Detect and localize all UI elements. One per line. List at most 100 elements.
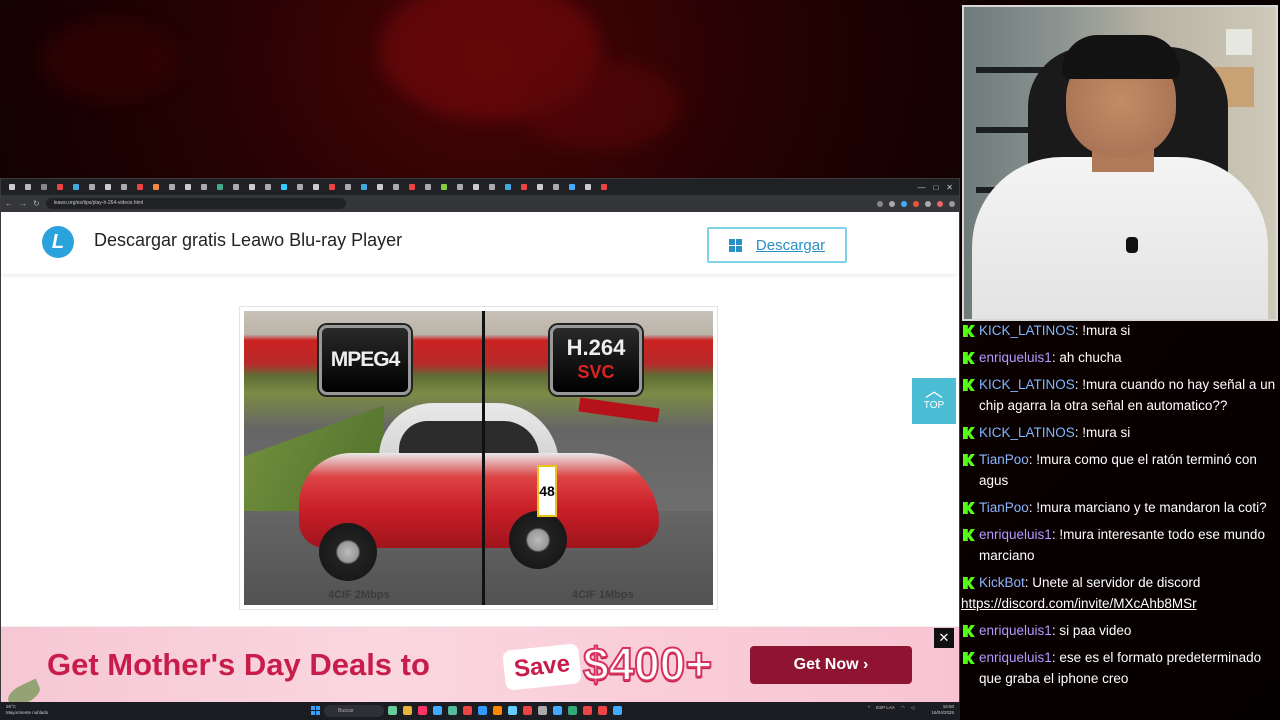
download-button[interactable]: Descargar (707, 227, 847, 263)
taskbar-app-icon[interactable] (418, 706, 427, 715)
chat-link[interactable]: https://discord.com/invite/MXcAhb8MSr (961, 593, 1280, 614)
chat-username[interactable]: TianPoo (979, 452, 1029, 467)
taskbar-app-icon[interactable] (598, 706, 607, 715)
browser-tab[interactable] (133, 182, 147, 192)
minimize-icon[interactable]: — (917, 183, 925, 192)
browser-tab[interactable] (373, 182, 387, 192)
browser-tab[interactable] (293, 182, 307, 192)
browser-tab[interactable] (85, 182, 99, 192)
browser-tab[interactable] (453, 182, 467, 192)
taskbar-app-icon[interactable] (538, 706, 547, 715)
browser-tab[interactable] (213, 182, 227, 192)
taskbar-app-icon[interactable] (433, 706, 442, 715)
menu-icon[interactable] (949, 200, 955, 207)
favicon-icon (73, 184, 79, 190)
browser-tab[interactable] (69, 182, 83, 192)
clock[interactable]: 16:50 16/04/2025 (928, 704, 954, 716)
profile-icon[interactable] (937, 200, 943, 207)
start-icon[interactable] (311, 706, 320, 715)
browser-tab[interactable] (485, 182, 499, 192)
browser-tab[interactable] (5, 182, 19, 192)
taskbar-search[interactable]: Buscar (324, 705, 384, 717)
browser-tab[interactable] (469, 182, 483, 192)
browser-tab[interactable] (149, 182, 163, 192)
wifi-icon[interactable]: ◠ (901, 705, 905, 711)
browser-tab[interactable] (21, 182, 35, 192)
browser-tab[interactable] (197, 182, 211, 192)
browser-tab[interactable] (437, 182, 451, 192)
browser-tab[interactable] (325, 182, 339, 192)
maximize-icon[interactable]: □ (933, 183, 938, 192)
star-icon[interactable] (889, 200, 895, 207)
volume-icon[interactable]: ◁ (911, 705, 914, 711)
taskbar-app-icon[interactable] (583, 706, 592, 715)
extension-icon[interactable] (913, 200, 919, 207)
taskbar-app-icon[interactable] (388, 706, 397, 715)
taskbar-app-icon[interactable] (448, 706, 457, 715)
browser-tab[interactable] (597, 182, 611, 192)
browser-tab[interactable] (517, 182, 531, 192)
taskbar-app-icon[interactable] (508, 706, 517, 715)
browser-tab[interactable] (341, 182, 355, 192)
browser-tab[interactable] (245, 182, 259, 192)
favicon-icon (409, 184, 415, 190)
browser-tab[interactable] (421, 182, 435, 192)
reload-icon[interactable]: ↻ (33, 199, 40, 208)
taskbar-app-icon[interactable] (463, 706, 472, 715)
browser-tab[interactable] (181, 182, 195, 192)
browser-tab[interactable] (501, 182, 515, 192)
browser-tab[interactable] (229, 182, 243, 192)
browser-tab[interactable] (165, 182, 179, 192)
browser-tab[interactable] (389, 182, 403, 192)
chevron-up-icon[interactable]: ^ (868, 705, 870, 711)
chat-username[interactable]: KICK_LATINOS (979, 323, 1075, 338)
windows-taskbar: 26°C Mayormente nublado Buscar ^ ESP LAA… (0, 702, 960, 720)
chat-message: KICK_LATINOS: !mura cuando no hay señal … (960, 374, 1280, 416)
browser-tab[interactable] (581, 182, 595, 192)
back-icon[interactable]: ← (5, 199, 13, 208)
taskbar-app-icon[interactable] (523, 706, 532, 715)
chat-username[interactable]: enriqueluis1 (979, 527, 1052, 542)
browser-tab[interactable] (533, 182, 547, 192)
browser-tab[interactable] (565, 182, 579, 192)
browser-tab[interactable] (309, 182, 323, 192)
taskbar-app-icon[interactable] (553, 706, 562, 715)
leawo-logo[interactable]: L (42, 226, 74, 258)
favicon-icon (25, 184, 31, 190)
extension-icon[interactable] (925, 200, 931, 207)
chat-username[interactable]: KICK_LATINOS (979, 377, 1075, 392)
chat-username[interactable]: KICK_LATINOS (979, 425, 1075, 440)
taskbar-app-icon[interactable] (493, 706, 502, 715)
chat-username[interactable]: enriqueluis1 (979, 650, 1052, 665)
scroll-top-button[interactable]: ︿ TOP (912, 378, 956, 424)
browser-tab[interactable] (53, 182, 67, 192)
language-indicator[interactable]: ESP LAA (876, 705, 895, 711)
taskbar-app-icon[interactable] (403, 706, 412, 715)
taskbar-app-icon[interactable] (478, 706, 487, 715)
ad-close-icon[interactable]: ✕ (934, 628, 954, 648)
browser-tab[interactable] (37, 182, 51, 192)
chat-username[interactable]: enriqueluis1 (979, 623, 1052, 638)
browser-tab[interactable] (549, 182, 563, 192)
weather-widget[interactable]: 26°C Mayormente nublado (6, 704, 66, 716)
chat-username[interactable]: enriqueluis1 (979, 350, 1052, 365)
ad-banner[interactable]: Get Mother's Day Deals to Save $400+ Get… (1, 626, 959, 710)
ad-get-now-button[interactable]: Get Now › (750, 646, 912, 684)
browser-tab[interactable] (405, 182, 419, 192)
chat-username[interactable]: KickBot (979, 575, 1025, 590)
extension-icon[interactable] (877, 200, 883, 207)
browser-tab[interactable] (261, 182, 275, 192)
taskbar-app-icon[interactable] (568, 706, 577, 715)
favicon-icon (105, 184, 111, 190)
chat-username[interactable]: TianPoo (979, 500, 1029, 515)
address-bar[interactable]: leawo.org/es/tips/play-h-264-videos.html (45, 198, 346, 209)
close-icon[interactable]: ✕ (946, 183, 953, 192)
extension-icon[interactable] (901, 200, 907, 207)
browser-tab[interactable] (117, 182, 131, 192)
browser-tab[interactable] (357, 182, 371, 192)
forward-icon[interactable]: → (19, 199, 27, 208)
browser-tab[interactable] (101, 182, 115, 192)
chat-message: TianPoo: !mura como que el ratón terminó… (960, 449, 1280, 491)
browser-tab[interactable] (277, 182, 291, 192)
taskbar-app-icon[interactable] (613, 706, 622, 715)
